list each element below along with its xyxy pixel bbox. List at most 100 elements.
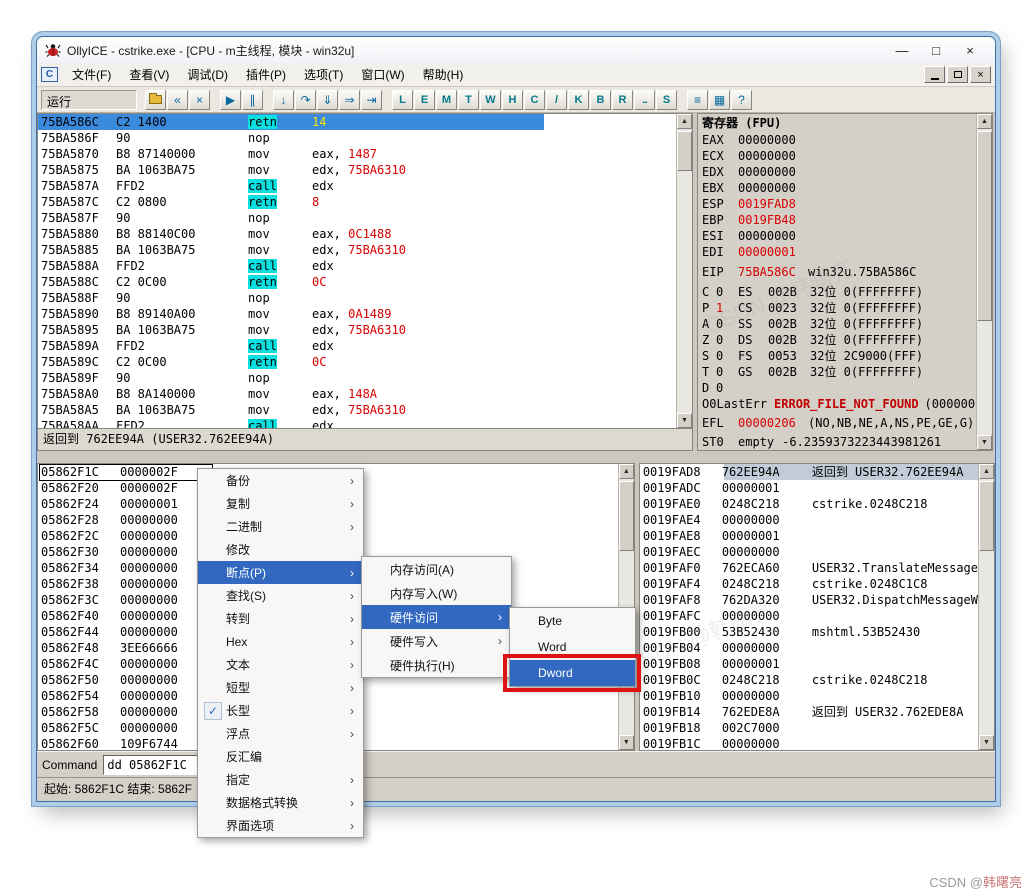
maximize-button[interactable]: □ xyxy=(919,43,953,58)
context-menu-item-appearance[interactable]: 界面选项› xyxy=(198,814,363,837)
scroll-down-icon[interactable]: ▼ xyxy=(677,413,692,428)
stack-row[interactable]: 0019FB1000000000 xyxy=(640,688,978,704)
register-line[interactable]: S0FS005332位 2C9000(FFF) xyxy=(698,348,976,364)
mdi-close-button[interactable]: × xyxy=(970,66,991,83)
context-menu-item-hex[interactable]: Hex› xyxy=(198,630,363,653)
register-line[interactable]: D0 xyxy=(698,380,976,396)
context-menu-item-float[interactable]: 浮点› xyxy=(198,722,363,745)
register-line[interactable]: ESP0019FAD8 xyxy=(698,196,976,212)
disasm-row[interactable]: 75BA5885BA 1063BA75movedx, 75BA6310 xyxy=(38,242,676,258)
disasm-row[interactable]: 75BA589CC2 0C00retn0C xyxy=(38,354,676,370)
toolbar-letter-...[interactable]: ... xyxy=(634,90,655,110)
disasm-row[interactable]: 75BA586F90nop xyxy=(38,130,676,146)
disasm-row[interactable]: 75BA5870B8 87140000moveax, 1487 xyxy=(38,146,676,162)
toolbar-letter-/[interactable]: / xyxy=(546,90,567,110)
scroll-track[interactable] xyxy=(979,479,994,735)
register-line[interactable]: ECX00000000 xyxy=(698,148,976,164)
register-line[interactable]: ESI00000000 xyxy=(698,228,976,244)
mdi-restore-button[interactable] xyxy=(947,66,968,83)
breakpoint-submenu-item-hardware-execute[interactable]: 硬件执行(H) xyxy=(362,653,511,677)
scroll-down-icon[interactable]: ▼ xyxy=(977,435,992,450)
options-button[interactable]: ≡ xyxy=(687,90,708,110)
stack-row[interactable]: 0019FAFC00000000 xyxy=(640,608,978,624)
appearance-button[interactable]: ▦ xyxy=(709,90,730,110)
toolbar-letter-L[interactable]: L xyxy=(392,90,413,110)
toolbar-letter-W[interactable]: W xyxy=(480,90,501,110)
toolbar-letter-B[interactable]: B xyxy=(590,90,611,110)
pane-splitter[interactable] xyxy=(37,451,995,463)
scroll-track[interactable] xyxy=(977,129,992,435)
register-line[interactable]: EDI00000001 xyxy=(698,244,976,260)
scroll-thumb[interactable] xyxy=(977,131,992,321)
stack-row[interactable]: 0019FB0C0248C218cstrike.0248C218 xyxy=(640,672,978,688)
register-line[interactable]: EAX00000000 xyxy=(698,132,976,148)
stack-row[interactable]: 0019FAE400000000 xyxy=(640,512,978,528)
restart-button[interactable]: « xyxy=(167,90,188,110)
registers-list[interactable]: 寄存器 (FPU) EAX00000000ECX00000000EDX00000… xyxy=(698,114,976,450)
disasm-row[interactable]: 75BA58A5BA 1063BA75movedx, 75BA6310 xyxy=(38,402,676,418)
execute-till-return-button[interactable]: ⇥ xyxy=(361,90,382,110)
toolbar-letter-S[interactable]: S xyxy=(656,90,677,110)
close-button[interactable]: × xyxy=(953,43,987,58)
scroll-thumb[interactable] xyxy=(677,131,692,171)
register-line[interactable]: EBP0019FB48 xyxy=(698,212,976,228)
step-into-button[interactable]: ↓ xyxy=(273,90,294,110)
toolbar-letter-H[interactable]: H xyxy=(502,90,523,110)
mdi-minimize-button[interactable] xyxy=(924,66,945,83)
trace-over-button[interactable]: ⇒ xyxy=(339,90,360,110)
toolbar-letter-T[interactable]: T xyxy=(458,90,479,110)
disasm-row[interactable]: 75BA589AFFD2calledx xyxy=(38,338,676,354)
context-menu-item-data-format-convert[interactable]: 数据格式转换› xyxy=(198,791,363,814)
disasm-row[interactable]: 75BA5875BA 1063BA75movedx, 75BA6310 xyxy=(38,162,676,178)
trace-into-button[interactable]: ⇓ xyxy=(317,90,338,110)
disasm-row[interactable]: 75BA5895BA 1063BA75movedx, 75BA6310 xyxy=(38,322,676,338)
context-menu-item-long[interactable]: ✓长型› xyxy=(198,699,363,722)
menu-item-6[interactable]: 帮助(H) xyxy=(414,63,473,86)
menu-item-0[interactable]: 文件(F) xyxy=(63,63,120,86)
scroll-thumb[interactable] xyxy=(979,481,994,551)
disasm-row[interactable]: 75BA58AAFFD2calledx xyxy=(38,418,676,428)
scroll-down-icon[interactable]: ▼ xyxy=(979,735,994,750)
stack-row[interactable]: 0019FB0800000001 xyxy=(640,656,978,672)
register-line[interactable]: ST0empty-6.2359373223443981261 xyxy=(698,434,976,450)
disasm-row[interactable]: 75BA586CC2 1400retn14 xyxy=(38,114,676,130)
stack-scrollbar[interactable]: ▲ ▼ xyxy=(978,464,994,750)
register-line[interactable]: Z0DS002B32位 0(FFFFFFFF) xyxy=(698,332,976,348)
register-line[interactable]: P1CS002332位 0(FFFFFFFF) xyxy=(698,300,976,316)
disasm-row[interactable]: 75BA588AFFD2calledx xyxy=(38,258,676,274)
register-line[interactable]: EDX00000000 xyxy=(698,164,976,180)
context-menu-item-search[interactable]: 查找(S)› xyxy=(198,584,363,607)
context-menu-item-disassemble[interactable]: 反汇编 xyxy=(198,745,363,768)
hardware-submenu-item-dword[interactable]: Dword xyxy=(510,660,635,686)
toolbar-letter-C[interactable]: C xyxy=(524,90,545,110)
stack-row[interactable]: 0019FB18002C7000 xyxy=(640,720,978,736)
register-line[interactable]: A0SS002B32位 0(FFFFFFFF) xyxy=(698,316,976,332)
scroll-up-icon[interactable]: ▲ xyxy=(677,114,692,129)
stack-row[interactable]: 0019FAF8762DA320USER32.DispatchMessageW xyxy=(640,592,978,608)
stack-row[interactable]: 0019FAE00248C218cstrike.0248C218 xyxy=(640,496,978,512)
menu-item-2[interactable]: 调试(D) xyxy=(178,63,237,86)
stack-row[interactable]: 0019FB14762EDE8A返回到 USER32.762EDE8A xyxy=(640,704,978,720)
help-button[interactable]: ? xyxy=(731,90,752,110)
stack-row[interactable]: 0019FB1C00000000 xyxy=(640,736,978,750)
context-menu-item-breakpoint[interactable]: 断点(P)› xyxy=(198,561,363,584)
scroll-up-icon[interactable]: ▲ xyxy=(977,114,992,129)
run-button[interactable]: ▶ xyxy=(220,90,241,110)
scroll-down-icon[interactable]: ▼ xyxy=(619,735,634,750)
minimize-button[interactable]: — xyxy=(885,43,919,58)
registers-scrollbar[interactable]: ▲ ▼ xyxy=(976,114,992,450)
disasm-row[interactable]: 75BA58A0B8 8A140000moveax, 148A xyxy=(38,386,676,402)
context-menu-item-text[interactable]: 文本› xyxy=(198,653,363,676)
scroll-thumb[interactable] xyxy=(619,481,634,551)
context-menu-item-special[interactable]: 指定› xyxy=(198,768,363,791)
context-menu-item-short[interactable]: 短型› xyxy=(198,676,363,699)
stack-row[interactable]: 0019FAEC00000000 xyxy=(640,544,978,560)
stack-row[interactable]: 0019FAD8762EE94A返回到 USER32.762EE94A xyxy=(640,464,978,480)
stack-row[interactable]: 0019FADC00000001 xyxy=(640,480,978,496)
stack-row[interactable]: 0019FB0400000000 xyxy=(640,640,978,656)
disassembly-pane[interactable]: 75BA586CC2 1400retn1475BA586F90nop75BA58… xyxy=(38,114,676,428)
toolbar-letter-K[interactable]: K xyxy=(568,90,589,110)
breakpoint-submenu-item-memory-access[interactable]: 内存访问(A) xyxy=(362,557,511,581)
step-over-button[interactable]: ↷ xyxy=(295,90,316,110)
disassembly-scrollbar[interactable]: ▲ ▼ xyxy=(676,114,692,428)
